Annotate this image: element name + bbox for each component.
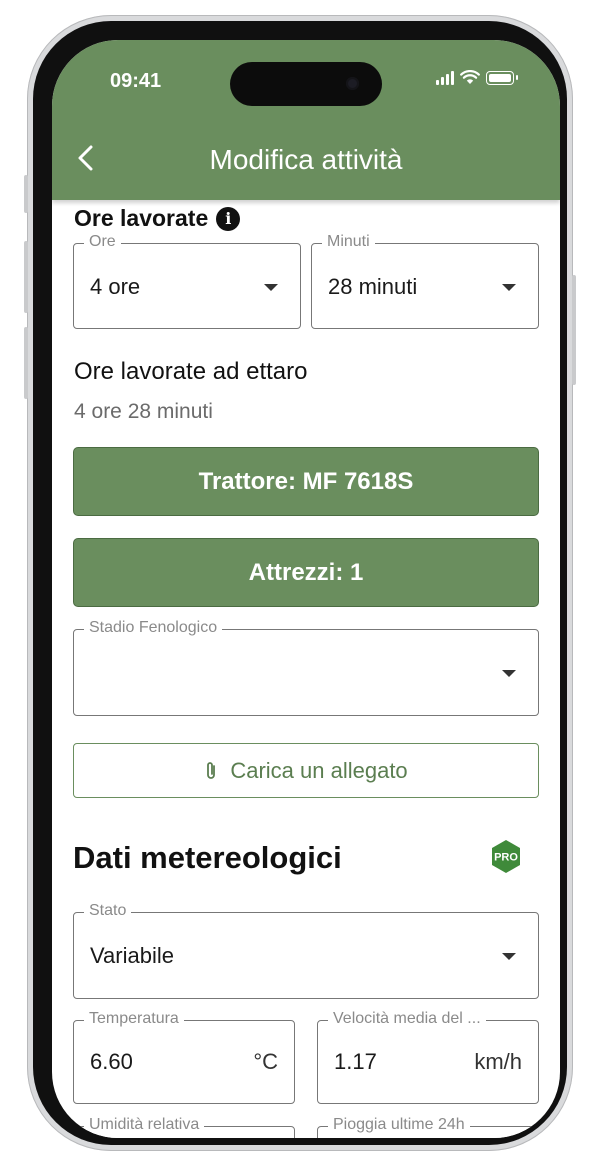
app-header: 09:41 Modifica attività — [52, 40, 560, 200]
ore-label: Ore — [84, 233, 121, 251]
stadio-fenologico-label: Stadio Fenologico — [84, 619, 223, 637]
stato-label: Stato — [84, 902, 132, 920]
umidita-field[interactable]: Umidità relativa — [73, 1116, 295, 1138]
ore-select[interactable]: Ore 4 ore — [73, 233, 301, 329]
volume-up-button — [24, 241, 28, 313]
ore-value: 4 ore — [90, 274, 141, 299]
umidita-label: Umidità relativa — [84, 1116, 205, 1134]
temperatura-value: 6.60 — [90, 1049, 133, 1074]
paperclip-icon — [207, 761, 216, 779]
temperatura-field[interactable]: Temperatura 6.60 °C — [73, 1010, 295, 1104]
form-content[interactable]: Ore lavorate i Ore 4 ore Minuti 28 minut… — [52, 40, 560, 1138]
stato-value: Variabile — [90, 943, 174, 968]
minuti-value: 28 minuti — [328, 274, 418, 299]
carica-allegato-label: Carica un allegato — [230, 757, 408, 783]
battery-tip — [516, 75, 518, 80]
carica-allegato-button[interactable]: Carica un allegato — [73, 743, 539, 798]
ore-ettaro-heading: Ore lavorate ad ettaro — [74, 358, 308, 385]
temperatura-label: Temperatura — [84, 1010, 184, 1028]
status-icons — [436, 70, 518, 85]
pro-badge-label: PRO — [494, 852, 518, 864]
temperatura-unit: °C — [253, 1049, 278, 1074]
mute-switch — [24, 175, 28, 213]
ore-lavorate-heading-text: Ore lavorate — [74, 205, 209, 231]
velocita-label: Velocità media del ... — [328, 1010, 486, 1028]
pioggia-field[interactable]: Pioggia ultime 24h — [317, 1116, 539, 1138]
stadio-fenologico-select[interactable]: Stadio Fenologico — [73, 619, 539, 716]
page-title: Modifica attività — [209, 144, 403, 175]
stato-select[interactable]: Stato Variabile — [73, 902, 539, 999]
phone-bezel: 09:41 Modifica attività Ore lavorate i O… — [33, 21, 567, 1145]
volume-down-button — [24, 327, 28, 399]
attrezzi-button[interactable]: Attrezzi: 1 — [73, 538, 539, 607]
camera-icon — [346, 77, 359, 90]
caret-down-icon — [502, 670, 516, 677]
velocita-value: 1.17 — [334, 1049, 377, 1074]
screen: 09:41 Modifica attività Ore lavorate i O… — [52, 40, 560, 1138]
ore-ettaro-value: 4 ore 28 minuti — [74, 400, 213, 423]
ore-lavorate-heading: Ore lavorate i — [74, 205, 241, 232]
battery-icon — [486, 70, 514, 85]
minuti-select[interactable]: Minuti 28 minuti — [311, 233, 539, 329]
wifi-icon — [460, 70, 480, 84]
minuti-label: Minuti — [322, 233, 375, 251]
trattore-button[interactable]: Trattore: MF 7618S — [73, 447, 539, 516]
pioggia-label: Pioggia ultime 24h — [328, 1116, 470, 1134]
velocita-unit: km/h — [474, 1049, 522, 1074]
pro-badge: PRO — [492, 840, 520, 873]
dati-meteo-heading: Dati metereologici — [73, 840, 342, 875]
phone-frame: 09:41 Modifica attività Ore lavorate i O… — [24, 15, 576, 1151]
dynamic-island — [230, 62, 382, 106]
caret-down-icon — [502, 284, 516, 291]
caret-down-icon — [502, 953, 516, 960]
velocita-field[interactable]: Velocità media del ... 1.17 km/h — [317, 1010, 539, 1104]
status-time: 09:41 — [110, 70, 162, 92]
cellular-signal-icon — [436, 70, 454, 85]
power-button — [572, 275, 576, 385]
info-icon[interactable]: i — [216, 206, 241, 231]
caret-down-icon — [264, 284, 278, 291]
